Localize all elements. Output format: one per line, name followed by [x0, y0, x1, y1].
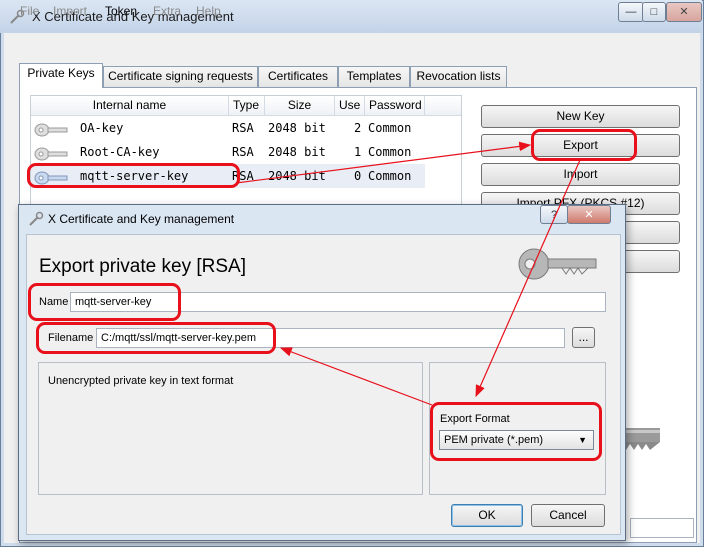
menu-extra[interactable]: Extra: [153, 4, 181, 18]
key-icon: [34, 123, 68, 137]
menu-bar: [4, 33, 700, 55]
dialog-key-icon: [29, 211, 44, 226]
table-row[interactable]: Root-CA-key RSA 2048 bit 1 Common: [31, 140, 425, 164]
menu-help[interactable]: Help: [196, 4, 221, 18]
cell-password: Common: [368, 169, 412, 183]
col-type[interactable]: Type: [229, 96, 265, 116]
cell-size: 2048 bit: [268, 145, 326, 159]
annotation-highlight-format: [430, 402, 602, 461]
key-illustration-icon: [518, 248, 597, 280]
annotation-highlight-key-row: [27, 163, 240, 188]
dialog-help-button[interactable]: ?: [540, 205, 568, 224]
tab-revocation-lists[interactable]: Revocation lists: [410, 66, 507, 87]
tab-private-keys[interactable]: Private Keys: [19, 63, 103, 88]
tab-certificates[interactable]: Certificates: [258, 66, 338, 87]
browse-button[interactable]: ...: [572, 327, 595, 348]
col-internal-name[interactable]: Internal name: [31, 96, 229, 116]
annotation-highlight-filename: [36, 322, 276, 354]
tab-csr[interactable]: Certificate signing requests: [103, 66, 258, 87]
cell-size: 2048 bit: [268, 121, 326, 135]
cancel-button[interactable]: Cancel: [531, 504, 605, 527]
annotation-highlight-export: [531, 129, 637, 161]
cell-name: Root-CA-key: [80, 145, 160, 159]
cell-use: 2: [354, 121, 362, 135]
new-key-button[interactable]: New Key: [481, 105, 680, 128]
status-field: [630, 518, 694, 538]
cell-use: 1: [354, 145, 362, 159]
cell-type: RSA: [232, 121, 254, 135]
key-icon: [34, 147, 68, 161]
cell-use: 0: [354, 169, 362, 183]
cell-name: OA-key: [80, 121, 124, 135]
dialog-title: X Certificate and Key management: [48, 212, 235, 226]
annotation-highlight-name: [28, 283, 181, 321]
col-password[interactable]: Password: [365, 96, 425, 116]
menu-import[interactable]: Import: [53, 4, 87, 18]
menu-file[interactable]: File: [20, 4, 39, 18]
cell-type: RSA: [232, 145, 254, 159]
ok-button[interactable]: OK: [451, 504, 523, 527]
large-key-icon: [620, 428, 660, 450]
dialog-heading: Export private key [RSA]: [39, 256, 246, 277]
maximize-button[interactable]: □: [642, 2, 666, 22]
close-button[interactable]: ✕: [666, 2, 702, 22]
cell-password: Common: [368, 121, 412, 135]
format-description: Unencrypted private key in text format: [48, 375, 234, 387]
menu-token[interactable]: Token: [105, 4, 137, 18]
table-row[interactable]: OA-key RSA 2048 bit 2 Common: [31, 116, 425, 140]
cell-password: Common: [368, 145, 412, 159]
minimize-button[interactable]: —: [618, 2, 644, 22]
tab-templates[interactable]: Templates: [338, 66, 410, 87]
col-size[interactable]: Size: [265, 96, 335, 116]
dialog-close-button[interactable]: ✕: [567, 205, 611, 224]
col-use[interactable]: Use: [335, 96, 365, 116]
cell-size: 2048 bit: [268, 169, 326, 183]
import-button[interactable]: Import: [481, 163, 680, 186]
